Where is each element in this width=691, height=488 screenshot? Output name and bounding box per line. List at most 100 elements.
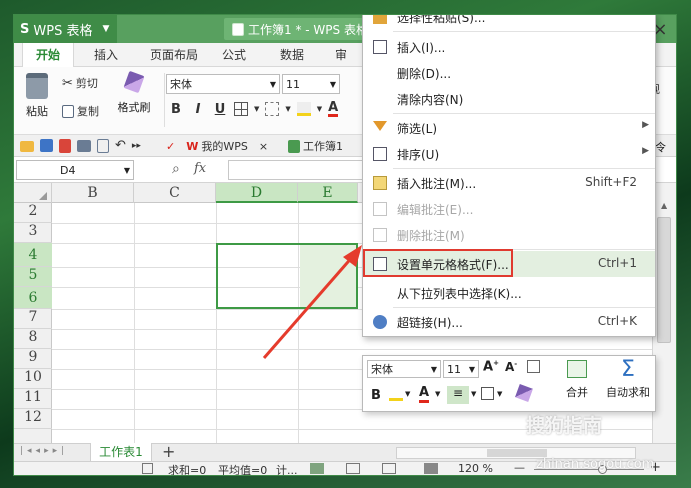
name-box[interactable]: D4 ▼	[16, 160, 134, 180]
row-header[interactable]: 12	[14, 409, 52, 429]
normal-view-icon[interactable]	[310, 463, 324, 474]
menu-item-insert-comment[interactable]: 插入批注(M)... Shift+F2	[363, 170, 655, 196]
copy-icon	[62, 104, 74, 118]
mini-brush-icon[interactable]	[515, 384, 533, 402]
chevron-down-icon[interactable]: ▼	[254, 105, 259, 113]
format-cell-icon[interactable]	[527, 360, 540, 373]
bold-button[interactable]: B	[168, 102, 184, 117]
shrink-font-icon[interactable]: A-	[505, 360, 517, 374]
merge-button[interactable]: 合并	[555, 360, 599, 408]
tab-home[interactable]: 开始	[22, 43, 74, 68]
add-sheet-button[interactable]: +	[162, 442, 175, 461]
autosum-button[interactable]: Σ 自动求和	[599, 358, 657, 408]
zoom-level[interactable]: 120 %	[458, 462, 493, 475]
row-header[interactable]: 9	[14, 349, 52, 369]
tab-formulas[interactable]: 公式	[214, 43, 254, 67]
sheet-nav-arrows-icon[interactable]: |◂◂▸▸|	[20, 446, 68, 456]
row-header[interactable]: 6	[14, 287, 52, 309]
fill-color-icon[interactable]	[296, 102, 311, 116]
menu-item-insert[interactable]: 插入(I)...	[363, 34, 655, 60]
menu-item-filter[interactable]: 筛选(L) ▶	[363, 115, 655, 141]
mini-font-size-select[interactable]: 11 ▼	[443, 360, 479, 378]
row-header[interactable]: 3	[14, 223, 52, 243]
chevron-down-icon[interactable]: ▼	[405, 390, 410, 398]
chevron-down-icon[interactable]: ▼	[285, 105, 290, 113]
sheet-tab-1[interactable]: 工作表1	[90, 443, 152, 462]
formula-input[interactable]	[228, 160, 368, 180]
tab-data[interactable]: 数据	[270, 43, 314, 67]
paste-button[interactable]: 粘贴	[22, 73, 52, 127]
spreadsheet-icon	[232, 22, 244, 36]
row-header[interactable]: 7	[14, 309, 52, 329]
horizontal-scroll-thumb[interactable]	[487, 449, 547, 457]
format-painter-button[interactable]: 格式刷	[114, 70, 154, 127]
copy-button[interactable]: 复制	[62, 103, 99, 119]
pdf-icon[interactable]	[59, 138, 71, 153]
close-icon[interactable]: ×	[259, 140, 268, 153]
tab-review[interactable]: 审	[330, 43, 352, 67]
row-header[interactable]: 2	[14, 203, 52, 223]
reading-mode-icon[interactable]	[424, 463, 438, 474]
menu-item-clear-contents[interactable]: 清除内容(N)	[363, 86, 655, 112]
menu-item-pick-from-list[interactable]: 从下拉列表中选择(K)...	[363, 280, 655, 306]
row-header[interactable]: 10	[14, 369, 52, 389]
zoom-out-button[interactable]: —	[514, 461, 525, 474]
chevron-down-icon: ▼	[102, 24, 110, 34]
page-layout-icon[interactable]	[346, 463, 360, 474]
grow-font-icon[interactable]: A+	[483, 359, 499, 374]
undo-icon[interactable]: ↶	[115, 138, 126, 153]
merge-cells-icon[interactable]	[265, 102, 280, 116]
underline-button[interactable]: U	[212, 102, 228, 117]
column-header-d[interactable]: D	[216, 183, 298, 203]
column-header-b[interactable]: B	[52, 183, 134, 203]
more-icon[interactable]: ▸▸	[132, 141, 141, 151]
cut-button[interactable]: ✂ 剪切	[62, 75, 98, 91]
chevron-down-icon[interactable]: ▼	[497, 390, 502, 398]
print-preview-icon[interactable]	[97, 138, 109, 153]
menu-item-paste-special[interactable]: 选择性粘贴(S)...	[363, 15, 655, 30]
row-header[interactable]: 4	[14, 243, 52, 267]
mini-font-color-button[interactable]: A	[419, 386, 430, 403]
comment-icon	[373, 176, 387, 190]
column-header-c[interactable]: C	[134, 183, 216, 203]
row-header[interactable]: 8	[14, 329, 52, 349]
clipboard-icon	[26, 73, 48, 99]
calculator-icon[interactable]	[142, 463, 153, 474]
zoom-search-icon[interactable]: ⌕	[172, 161, 180, 177]
borders-icon[interactable]	[234, 102, 248, 116]
mini-fill-color-icon[interactable]	[389, 387, 403, 401]
chevron-down-icon[interactable]: ▼	[471, 390, 476, 398]
font-name-select[interactable]: 宋体 ▼	[166, 74, 280, 94]
chevron-down-icon[interactable]: ▼	[317, 105, 322, 113]
scroll-thumb[interactable]	[657, 217, 671, 343]
fx-button[interactable]: fx	[194, 161, 206, 176]
document-tab[interactable]: 工作簿1	[288, 138, 343, 154]
wps-menu-button[interactable]: S WPS 表格 ▼	[14, 15, 117, 43]
scroll-up-icon[interactable]: ▲	[661, 201, 667, 210]
menu-item-delete[interactable]: 删除(D)...	[363, 60, 655, 86]
print-icon[interactable]	[77, 139, 91, 152]
menu-item-hyperlink[interactable]: 超链接(H)... Ctrl+K	[363, 309, 655, 335]
select-all-icon	[39, 192, 47, 200]
font-color-button[interactable]: A	[328, 101, 339, 117]
mini-font-size-value: 11	[447, 362, 461, 376]
row-header[interactable]: 11	[14, 389, 52, 409]
mywps-tab[interactable]: ✓ W 我的WPS ×	[166, 138, 268, 154]
column-header-e[interactable]: E	[298, 183, 358, 203]
chevron-down-icon[interactable]: ▼	[435, 390, 440, 398]
mini-borders-icon[interactable]	[481, 387, 494, 400]
save-icon[interactable]	[40, 139, 53, 152]
grid-line	[134, 203, 135, 443]
mini-font-name-select[interactable]: 宋体 ▼	[367, 360, 441, 378]
select-all-corner[interactable]	[14, 183, 52, 203]
page-break-icon[interactable]	[382, 463, 396, 474]
font-size-select[interactable]: 11 ▼	[282, 74, 340, 94]
menu-item-sort[interactable]: 排序(U) ▶	[363, 141, 655, 167]
tab-insert[interactable]: 插入	[80, 43, 132, 67]
mini-bold-button[interactable]: B	[371, 388, 381, 403]
italic-button[interactable]: I	[190, 102, 206, 117]
tab-page-layout[interactable]: 页面布局	[138, 43, 210, 67]
align-center-icon[interactable]: ≡	[447, 386, 469, 404]
open-folder-icon[interactable]	[20, 141, 34, 152]
row-header[interactable]: 5	[14, 267, 52, 287]
